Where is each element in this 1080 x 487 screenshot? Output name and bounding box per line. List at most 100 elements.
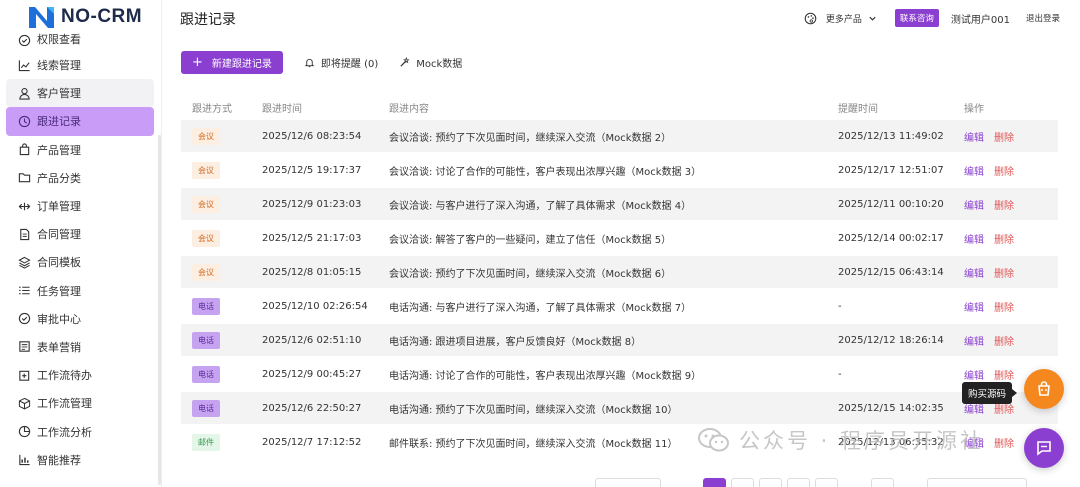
cell-actions: 编辑 删除 [964, 197, 1058, 212]
chat-bubble-icon [1037, 441, 1051, 456]
delete-link[interactable]: 删除 [994, 201, 1014, 212]
mock-data-button[interactable]: Mock数据 [399, 55, 462, 70]
table-row: 会议 2025/12/6 08:23:54 会议洽谈: 预约了下次见面时间，继续深入… [181, 120, 1058, 152]
cell-method: 会议 [181, 161, 262, 179]
sidebar-item-15[interactable]: 智能推荐 [6, 446, 154, 474]
next-page-button[interactable] [871, 478, 894, 487]
method-tag: 电话 [192, 331, 220, 349]
sidebar-item-13[interactable]: 工作流管理 [6, 389, 154, 417]
edit-link[interactable]: 编辑 [964, 201, 984, 212]
table-header: 跟进方式 跟进时间 跟进内容 提醒时间 操作 [181, 94, 1058, 120]
buy-source-button[interactable] [1024, 369, 1064, 409]
delete-link[interactable]: 删除 [994, 167, 1014, 178]
sidebar-item-label: 跟进记录 [37, 115, 81, 129]
sidebar-nav: 权限查看 线索管理 客户管理跟进记录产品管理产品分类 订单管理合同管理合同模板 任务管理… [6, 27, 154, 474]
edit-link[interactable]: 编辑 [964, 167, 984, 178]
edit-link[interactable]: 编辑 [964, 269, 984, 280]
sidebar-item-7[interactable]: 合同管理 [6, 220, 154, 248]
contact-button[interactable]: 联系咨询 [894, 9, 939, 27]
shopping-bag-icon [1038, 381, 1050, 396]
cell-time: 2025/12/9 01:23:03 [262, 198, 362, 210]
page-button-1[interactable] [703, 478, 726, 487]
table-row: 电话 2025/12/6 22:50:27 电话沟通: 预约了下次见面时间，继续深入… [181, 392, 1058, 424]
toolbar: + 新建跟进记录 即将提醒 (0) Mock数据 [181, 51, 462, 74]
delete-link[interactable]: 删除 [994, 337, 1014, 348]
new-followup-button[interactable]: + 新建跟进记录 [181, 51, 283, 74]
edit-link[interactable]: 编辑 [964, 235, 984, 246]
sidebar-scrollbar[interactable] [158, 135, 161, 485]
new-followup-label: 新建跟进记录 [211, 59, 272, 70]
mock-data-label: Mock数据 [416, 59, 463, 70]
sidebar-item-9[interactable]: 任务管理 [6, 277, 154, 305]
edit-link[interactable]: 编辑 [964, 133, 984, 144]
edit-link[interactable]: 编辑 [964, 303, 984, 314]
wechat-watermark: 公众号 · 程序员开源社 [697, 425, 984, 455]
chevron-down-icon [869, 16, 876, 21]
page-size-select[interactable] [595, 478, 661, 487]
cell-time: 2025/12/6 22:50:27 [262, 402, 362, 414]
cell-time: 2025/12/6 08:23:54 [262, 130, 362, 142]
page-title: 跟进记录 [180, 12, 236, 28]
col-time: 跟进时间 [262, 103, 302, 115]
cell-content: 会议洽谈: 预约了下次见面时间，继续深入交流（Mock数据 6） [389, 268, 672, 280]
logout-link[interactable]: 退出登录 [1026, 12, 1060, 24]
wechat-icon [698, 428, 729, 452]
sidebar-item-12[interactable]: 工作流待办 [6, 361, 154, 389]
sidebar-item-2[interactable]: 客户管理 [6, 79, 154, 108]
folder-icon [18, 173, 31, 183]
sidebar-item-11[interactable]: 表单营销 [6, 333, 154, 361]
chat-button[interactable] [1024, 428, 1064, 468]
delete-link[interactable]: 删除 [994, 235, 1014, 246]
sidebar-item-10[interactable]: 审批中心 [6, 305, 154, 333]
edit-link[interactable]: 编辑 [964, 337, 984, 348]
sidebar-item-6[interactable]: 订单管理 [6, 192, 154, 220]
page-button-2[interactable] [731, 478, 754, 487]
cell-content: 电话沟通: 讨论了合作的可能性，客户表现出浓厚兴趣（Mock数据 9） [389, 370, 702, 382]
cell-remind: - [838, 368, 842, 380]
method-tag: 电话 [192, 365, 220, 383]
cell-method: 邮件 [181, 433, 262, 451]
cell-time: 2025/12/6 02:51:10 [262, 334, 362, 346]
cell-method: 电话 [181, 365, 262, 383]
page-button-3[interactable] [759, 478, 782, 487]
method-tag: 会议 [192, 161, 220, 179]
method-tag: 会议 [192, 263, 220, 281]
upcoming-reminders-button[interactable]: 即将提醒 (0) [304, 55, 378, 70]
method-tag: 电话 [192, 297, 220, 315]
cell-actions: 编辑 删除 [964, 129, 1058, 144]
more-products-dropdown[interactable]: 更多产品 [804, 12, 877, 25]
sidebar-item-label: 合同管理 [37, 228, 81, 242]
document-icon [20, 228, 30, 240]
clock-icon [18, 115, 31, 128]
table-row: 会议 2025/12/8 01:05:15 会议洽谈: 预约了下次见面时间，继续深入… [181, 256, 1058, 288]
sidebar-item-14[interactable]: 工作流分析 [6, 417, 154, 445]
page-button-5[interactable] [815, 478, 838, 487]
delete-link[interactable]: 删除 [994, 405, 1014, 416]
page-button-4[interactable] [787, 478, 810, 487]
sidebar-item-3[interactable]: 跟进记录 [6, 107, 154, 136]
cell-time: 2025/12/9 00:45:27 [262, 368, 362, 380]
page-jump-input[interactable] [927, 478, 1027, 487]
sidebar-item-label: 产品管理 [37, 143, 81, 157]
list-icon [19, 286, 30, 295]
form-icon [19, 341, 30, 353]
sidebar: NO-CRM 权限查看 线索管理 客户管理 跟进记录 产品管理 产品分类 订单管理 合同管理合… [0, 0, 162, 487]
edit-link[interactable]: 编辑 [964, 405, 984, 416]
sidebar-item-4[interactable]: 产品管理 [6, 136, 154, 164]
shield-check-icon [18, 34, 31, 47]
edit-link[interactable]: 编辑 [964, 371, 984, 382]
delete-link[interactable]: 删除 [994, 371, 1014, 382]
method-tag: 会议 [192, 229, 220, 247]
sidebar-item-8[interactable]: 合同模板 [6, 248, 154, 276]
delete-link[interactable]: 删除 [994, 269, 1014, 280]
delete-link[interactable]: 删除 [994, 439, 1014, 450]
col-remind: 提醒时间 [838, 103, 878, 115]
delete-link[interactable]: 删除 [994, 133, 1014, 144]
sidebar-item-5[interactable]: 产品分类 [6, 164, 154, 192]
sidebar-item-0[interactable]: 权限查看 [6, 27, 154, 51]
current-user[interactable]: 测试用户001 [951, 11, 1010, 26]
cell-actions: 编辑 删除 [964, 265, 1058, 280]
delete-link[interactable]: 删除 [994, 303, 1014, 314]
sidebar-item-1[interactable]: 线索管理 [6, 51, 154, 79]
layers-icon [18, 256, 31, 269]
